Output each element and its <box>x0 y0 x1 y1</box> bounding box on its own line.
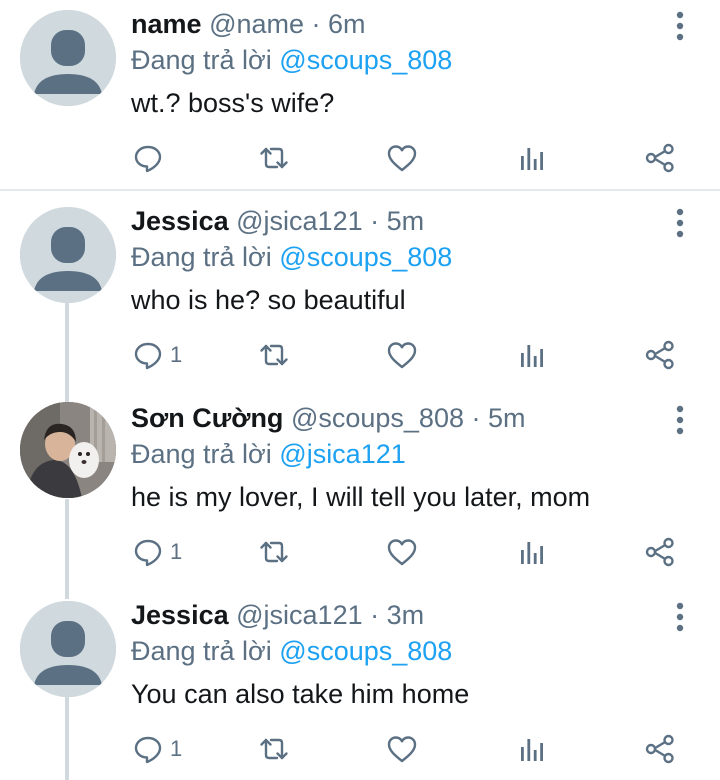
avatar[interactable] <box>20 402 116 498</box>
like-button[interactable] <box>386 532 418 572</box>
default-avatar-icon <box>20 10 116 106</box>
tweet-time: · 6m <box>311 9 366 39</box>
retweet-button[interactable] <box>258 729 290 769</box>
like-button[interactable] <box>386 138 418 178</box>
share-icon <box>644 142 676 174</box>
tweet-text: who is he? so beautiful <box>131 285 406 315</box>
reply-button[interactable] <box>132 138 170 178</box>
replying-to-handle[interactable]: @scoups_808 <box>279 636 452 666</box>
tweet-text: You can also take him home <box>131 679 470 709</box>
reply-button[interactable]: 1 <box>132 335 182 375</box>
avatar[interactable] <box>20 601 116 697</box>
replying-to: Đang trả lời @scoups_808 <box>131 239 452 275</box>
like-button[interactable] <box>386 729 418 769</box>
tweet-actions: 1 <box>0 335 720 375</box>
heart-icon <box>386 733 418 765</box>
replying-to-handle[interactable]: @scoups_808 <box>279 45 452 75</box>
reply-icon <box>132 142 164 174</box>
retweet-icon <box>258 733 290 765</box>
analytics-button[interactable] <box>516 532 548 572</box>
share-icon <box>644 339 676 371</box>
tweet-divider <box>0 189 720 191</box>
tweet-header: name @name · 6m <box>131 6 366 42</box>
author-name[interactable]: Sơn Cường <box>131 403 283 433</box>
tweet-actions <box>0 138 720 178</box>
reply-button[interactable]: 1 <box>132 729 182 769</box>
retweet-button[interactable] <box>258 138 290 178</box>
tweet-text: he is my lover, I will tell you later, m… <box>131 482 591 512</box>
share-button[interactable] <box>644 729 676 769</box>
tweet-item[interactable]: Sơn Cường @scoups_808 · 5m Đang trả lời … <box>0 394 720 591</box>
analytics-button[interactable] <box>516 138 548 178</box>
tweet-actions: 1 <box>0 532 720 572</box>
bar-chart-icon <box>516 339 548 371</box>
more-options-icon[interactable] <box>664 207 696 239</box>
reply-button[interactable]: 1 <box>132 532 182 572</box>
author-name[interactable]: name <box>131 9 202 39</box>
tweet-time: · 5m <box>370 206 425 236</box>
author-name[interactable]: Jessica <box>131 206 229 236</box>
tweet-item[interactable]: Jessica @jsica121 · 3m Đang trả lời @sco… <box>0 591 720 780</box>
avatar[interactable] <box>20 10 116 106</box>
share-button[interactable] <box>644 138 676 178</box>
heart-icon <box>386 536 418 568</box>
tweet-item[interactable]: name @name · 6m Đang trả lời @scoups_808… <box>0 0 720 190</box>
reply-icon <box>132 733 164 765</box>
reply-icon <box>132 339 164 371</box>
reply-count: 1 <box>170 342 183 367</box>
tweet-header: Jessica @jsica121 · 5m <box>131 203 424 239</box>
tweet-actions: 1 <box>0 729 720 769</box>
heart-icon <box>386 142 418 174</box>
author-name[interactable]: Jessica <box>131 600 229 630</box>
tweet-header: Jessica @jsica121 · 3m <box>131 597 424 633</box>
more-options-icon[interactable] <box>664 601 696 633</box>
reply-thread: name @name · 6m Đang trả lời @scoups_808… <box>0 0 720 780</box>
retweet-icon <box>258 536 290 568</box>
heart-icon <box>386 339 418 371</box>
like-button[interactable] <box>386 335 418 375</box>
profile-photo-icon <box>20 402 116 498</box>
tweet-header: Sơn Cường @scoups_808 · 5m <box>131 400 526 436</box>
author-handle[interactable]: @name <box>209 9 304 39</box>
replying-to-handle[interactable]: @jsica121 <box>279 439 405 469</box>
share-icon <box>644 536 676 568</box>
retweet-button[interactable] <box>258 335 290 375</box>
tweet-time: · 3m <box>370 600 425 630</box>
author-handle[interactable]: @jsica121 <box>236 206 362 236</box>
default-avatar-icon <box>20 207 116 303</box>
retweet-icon <box>258 142 290 174</box>
share-icon <box>644 733 676 765</box>
default-avatar-icon <box>20 601 116 697</box>
reply-icon <box>132 536 164 568</box>
replying-to-label: Đang trả lời <box>131 45 272 75</box>
replying-to: Đang trả lời @jsica121 <box>131 436 406 472</box>
tweet-text: wt.? boss's wife? <box>131 88 335 118</box>
replying-to-handle[interactable]: @scoups_808 <box>279 242 452 272</box>
more-options-icon[interactable] <box>664 404 696 436</box>
share-button[interactable] <box>644 532 676 572</box>
retweet-button[interactable] <box>258 532 290 572</box>
tweet-time: · 5m <box>471 403 526 433</box>
author-handle[interactable]: @scoups_808 <box>291 403 464 433</box>
tweet-item[interactable]: Jessica @jsica121 · 5m Đang trả lời @sco… <box>0 197 720 394</box>
author-handle[interactable]: @jsica121 <box>236 600 362 630</box>
replying-to: Đang trả lời @scoups_808 <box>131 633 452 669</box>
share-button[interactable] <box>644 335 676 375</box>
replying-to-label: Đang trả lời <box>131 439 272 469</box>
analytics-button[interactable] <box>516 335 548 375</box>
replying-to-label: Đang trả lời <box>131 636 272 666</box>
replying-to: Đang trả lời @scoups_808 <box>131 42 452 78</box>
analytics-button[interactable] <box>516 729 548 769</box>
replying-to-label: Đang trả lời <box>131 242 272 272</box>
bar-chart-icon <box>516 733 548 765</box>
retweet-icon <box>258 339 290 371</box>
reply-count: 1 <box>170 736 183 761</box>
avatar[interactable] <box>20 207 116 303</box>
reply-count: 1 <box>170 539 183 564</box>
bar-chart-icon <box>516 536 548 568</box>
more-options-icon[interactable] <box>664 10 696 42</box>
bar-chart-icon <box>516 142 548 174</box>
